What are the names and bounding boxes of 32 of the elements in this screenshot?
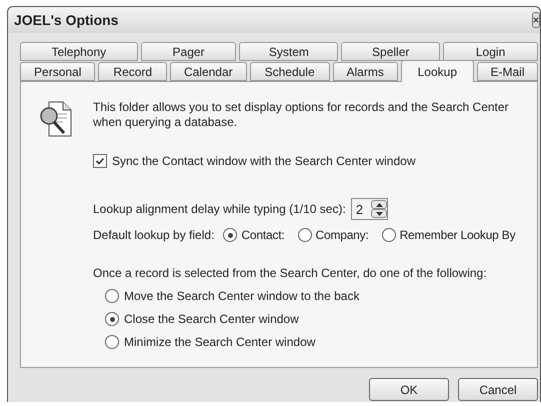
radio-option[interactable]: Remember Lookup By xyxy=(382,228,516,242)
radio-option[interactable]: Minimize the Search Center window xyxy=(105,335,524,349)
tab[interactable]: Lookup xyxy=(400,60,474,82)
delay-spinner[interactable]: 2 xyxy=(350,198,388,220)
tab[interactable]: Telephony xyxy=(20,42,138,61)
default-lookup-label: Default lookup by field: xyxy=(93,228,214,242)
sync-checkbox[interactable]: Sync the Contact window with the Search Center window xyxy=(93,154,524,168)
tab[interactable]: System xyxy=(239,42,338,61)
delay-label: Lookup alignment delay while typing (1/10 sec): xyxy=(93,202,346,216)
tab[interactable]: Pager xyxy=(140,42,236,61)
down-arrow-icon[interactable] xyxy=(371,209,388,218)
description-text: This folder allows you to set display options for records and the Search Center when querying a database. xyxy=(93,100,510,130)
tab[interactable]: Alarms xyxy=(332,62,398,81)
radio-option[interactable]: Company: xyxy=(298,228,369,242)
tab[interactable]: E-Mail xyxy=(477,62,538,81)
close-icon xyxy=(533,16,539,24)
check-icon xyxy=(95,156,105,166)
up-arrow-icon[interactable] xyxy=(371,200,388,209)
window-title: JOEL's Options xyxy=(14,12,118,28)
tab[interactable]: Personal xyxy=(20,62,96,81)
ok-button[interactable]: OK xyxy=(369,378,449,401)
cancel-button[interactable]: Cancel xyxy=(458,378,538,401)
tab[interactable]: Login xyxy=(443,42,538,61)
after-select-label: Once a record is selected from the Search Center, do one of the following: xyxy=(93,266,488,280)
radio-option[interactable]: Contact: xyxy=(223,228,284,242)
tab[interactable]: Record xyxy=(98,62,168,81)
tab[interactable]: Calendar xyxy=(170,62,246,81)
close-button[interactable] xyxy=(532,12,540,28)
tab[interactable]: Schedule xyxy=(250,62,330,81)
tab[interactable]: Speller xyxy=(341,42,440,61)
radio-option[interactable]: Move the Search Center window to the back xyxy=(105,289,524,303)
radio-option[interactable]: Close the Search Center window xyxy=(105,312,524,326)
